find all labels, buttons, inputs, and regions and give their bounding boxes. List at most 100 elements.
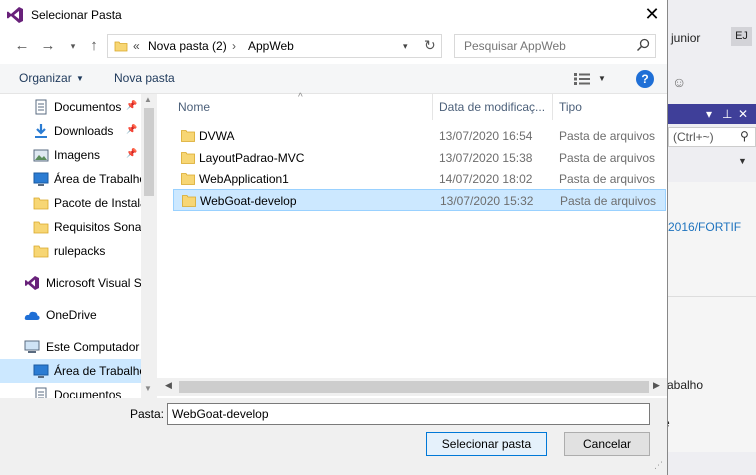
close-icon[interactable]: ✕ [738, 107, 748, 121]
table-row[interactable]: WebApplication1 14/07/2020 18:02 Pasta de … [173, 168, 666, 190]
nav-item[interactable]: Imagens 📌 [0, 143, 141, 167]
chevron-down-icon[interactable]: ▼ [598, 74, 606, 83]
nav-item-label: Área de Trabalho [54, 364, 141, 378]
nav-item[interactable]: Documentos [0, 383, 141, 398]
select-folder-button[interactable]: Selecionar pasta [426, 432, 547, 456]
close-button[interactable]: ✕ [640, 3, 664, 27]
nav-item-label: Microsoft Visual S [46, 276, 141, 290]
column-header-name[interactable]: Nome [178, 100, 210, 114]
file-date: 13/07/2020 15:32 [440, 194, 534, 208]
nav-item[interactable]: rulepacks [0, 239, 141, 263]
chevron-down-icon[interactable]: ▼ [76, 74, 84, 83]
file-type: Pasta de arquivos [559, 129, 656, 143]
file-name: DVWA [199, 129, 235, 143]
help-button[interactable]: ? [636, 70, 654, 88]
breadcrumb-segment[interactable]: Nova pasta (2) [148, 39, 227, 53]
nav-item-label: Requisitos Sonar [54, 220, 141, 234]
resize-grip-icon[interactable]: ⋰ [654, 460, 663, 471]
file-name: WebGoat-develop [200, 194, 297, 208]
table-row[interactable]: DVWA 13/07/2020 16:54 Pasta de arquivos [173, 125, 666, 147]
scroll-up-arrow-icon[interactable]: ▲ [144, 95, 152, 104]
cancel-button[interactable]: Cancelar [564, 432, 650, 456]
table-row[interactable]: LayoutPadrao-MVC 13/07/2020 15:38 Pasta de… [173, 147, 666, 169]
breadcrumb-segment[interactable]: AppWeb [248, 39, 294, 53]
nav-item[interactable]: Pacote de Instalação [0, 191, 141, 215]
nav-item[interactable]: OneDrive [0, 303, 141, 327]
command-toolbar: Organizar ▼ Nova pasta ▼ ? [0, 64, 667, 94]
nav-item[interactable]: Downloads 📌 [0, 119, 141, 143]
nav-item-label: rulepacks [54, 244, 106, 258]
file-name: WebApplication1 [199, 172, 289, 186]
background-search-hint: (Ctrl+~) [673, 130, 714, 144]
nav-item[interactable]: Área de Trabalho [0, 167, 141, 191]
onedrive-icon [24, 311, 40, 320]
file-name: LayoutPadrao-MVC [199, 151, 305, 165]
background-list-item[interactable]: rabalho [663, 378, 703, 392]
forward-arrow-icon[interactable]: → [39, 37, 57, 55]
pin-icon[interactable]: ⊥ [722, 107, 732, 121]
folder-icon [33, 197, 49, 210]
nav-item[interactable]: Requisitos Sonar [0, 215, 141, 239]
file-date: 13/07/2020 15:38 [439, 151, 533, 165]
downloads-icon [35, 124, 47, 138]
column-divider[interactable] [432, 94, 433, 120]
back-arrow-icon[interactable]: ← [13, 37, 31, 55]
chevron-down-icon[interactable]: ▾ [403, 41, 408, 52]
breadcrumb-separator[interactable]: › [232, 39, 236, 53]
column-divider[interactable] [552, 94, 553, 120]
navigation-bar: ← → ▾ ↑ « Nova pasta (2) › AppWeb ▾ ↻ Pe… [0, 30, 667, 64]
file-date: 13/07/2020 16:54 [439, 129, 533, 143]
scrollbar-thumb[interactable] [144, 108, 154, 196]
desktop-icon [33, 364, 49, 378]
folder-icon [181, 130, 195, 142]
pin-icon: 📌 [126, 124, 138, 134]
background-status-bar [668, 452, 756, 475]
nav-item[interactable]: Microsoft Visual S [0, 271, 141, 295]
search-icon[interactable] [636, 38, 650, 52]
background-divider [668, 296, 756, 297]
dialog-titlebar[interactable]: Selecionar Pasta ✕ [0, 0, 667, 30]
folder-field-label: Pasta: [130, 407, 165, 421]
dropdown-icon[interactable]: ▾ [706, 107, 712, 121]
background-path-link[interactable]: 2016/FORTIF [668, 220, 741, 234]
documents-icon [35, 387, 47, 398]
folder-icon [181, 152, 195, 164]
scroll-down-arrow-icon[interactable]: ▼ [144, 384, 152, 393]
horizontal-scrollbar[interactable]: ◀ ▶ [157, 378, 667, 396]
folder-icon [181, 173, 195, 185]
search-input[interactable]: Pesquisar AppWeb [454, 34, 656, 58]
up-arrow-icon[interactable]: ↑ [85, 37, 103, 55]
visual-studio-icon [25, 276, 39, 290]
recent-locations-chevron-icon[interactable]: ▾ [64, 37, 82, 55]
visual-studio-icon [7, 7, 23, 23]
folder-icon [182, 195, 196, 207]
scrollbar-thumb[interactable] [179, 381, 649, 393]
pictures-icon [33, 149, 49, 162]
file-type: Pasta de arquivos [560, 194, 657, 208]
file-list: ^ Nome Data de modificaç... Tipo DVWA 13/… [157, 92, 667, 398]
folder-icon [33, 245, 49, 258]
organize-button[interactable]: Organizar [19, 71, 72, 85]
scroll-right-arrow-icon[interactable]: ▶ [653, 380, 660, 391]
refresh-icon[interactable]: ↻ [424, 37, 436, 54]
address-overflow-chevron[interactable]: « [133, 39, 140, 53]
view-options-icon[interactable] [573, 72, 591, 86]
background-search-icon: ⚲ [740, 129, 749, 143]
nav-item[interactable]: Documentos 📌 [0, 95, 141, 119]
new-folder-button[interactable]: Nova pasta [114, 71, 175, 85]
nav-item[interactable]: Área de Trabalho [0, 359, 141, 383]
nav-item[interactable]: Este Computador [0, 335, 141, 359]
folder-icon [33, 221, 49, 234]
pin-icon: 📌 [126, 100, 138, 110]
address-bar[interactable]: « Nova pasta (2) › AppWeb ▾ ↻ [107, 34, 442, 58]
folder-name-field[interactable] [167, 403, 650, 425]
column-header-date[interactable]: Data de modificaç... [439, 100, 545, 114]
navigation-pane: Documentos 📌 Downloads 📌 Imagens 📌 Área de Tra… [0, 94, 157, 398]
file-type: Pasta de arquivos [559, 151, 656, 165]
chevron-down-icon[interactable]: ▼ [738, 156, 747, 166]
sort-ascending-icon: ^ [298, 92, 303, 103]
scroll-left-arrow-icon[interactable]: ◀ [165, 380, 172, 391]
column-header-type[interactable]: Tipo [559, 100, 582, 114]
background-avatar[interactable]: EJ [731, 27, 752, 46]
table-row[interactable]: WebGoat-develop 13/07/2020 15:32 Pasta de … [173, 189, 666, 211]
